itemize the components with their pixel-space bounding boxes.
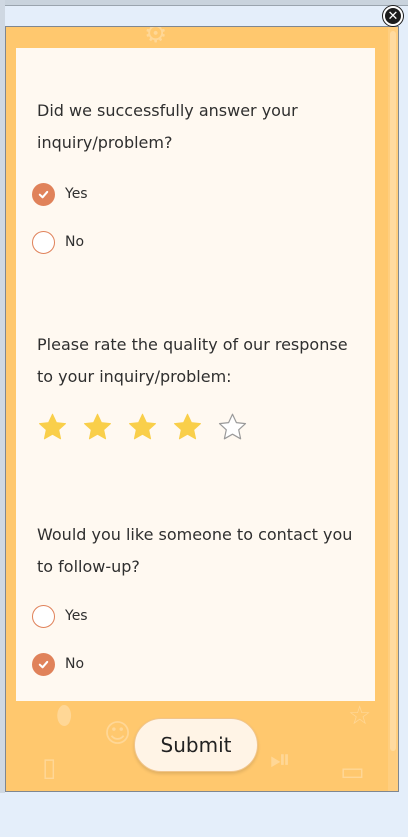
star-filled-icon[interactable] [172, 412, 203, 443]
phone-icon: ▯ [42, 753, 57, 783]
q3-option-no-label: No [65, 656, 85, 672]
question-1-text: Did we successfully answer your inquiry/… [37, 101, 298, 152]
window-top-bar [0, 0, 408, 6]
q1-option-yes[interactable]: Yes [32, 182, 88, 206]
scrollbar-thumb[interactable] [390, 31, 396, 751]
star-filled-icon[interactable] [127, 412, 158, 443]
star-filled-icon[interactable] [82, 412, 113, 443]
q3-radio-no[interactable] [32, 652, 55, 676]
checkmark-icon [38, 190, 49, 198]
gear-icon: ⚙ [144, 26, 168, 49]
q1-option-no-label: No [65, 234, 85, 250]
close-button[interactable]: ✕ [383, 6, 403, 26]
drop-icon: ⬮ [56, 701, 73, 731]
star-outline-icon: ☆ [348, 701, 372, 731]
survey-card: Did we successfully answer your inquiry/… [16, 48, 375, 701]
q3-radio-yes[interactable] [32, 604, 55, 628]
q1-option-yes-label: Yes [65, 186, 88, 202]
ticket-icon: ▭ [340, 757, 365, 787]
q1-option-no[interactable]: No [32, 230, 84, 254]
q3-option-yes-label: Yes [65, 608, 88, 624]
close-icon: ✕ [387, 8, 399, 24]
survey-modal: ⚙ ✦ ⬮ ☺ ☆ ⏯ ▭ ▯ Did we successfully answ… [5, 26, 399, 792]
q1-radio-no[interactable] [32, 230, 55, 254]
q3-option-no[interactable]: No [32, 652, 84, 676]
play-icon: ⏯ [270, 745, 291, 775]
smiley-icon: ☺ [104, 719, 132, 749]
question-2-text: Please rate the quality of our response … [37, 335, 348, 386]
checkmark-icon [38, 660, 49, 668]
star-rating[interactable] [37, 412, 248, 443]
submit-button[interactable]: Submit [134, 718, 258, 772]
q1-radio-yes[interactable] [32, 182, 55, 206]
scrollbar[interactable] [388, 27, 398, 791]
star-filled-icon[interactable] [37, 412, 68, 443]
question-3-text: Would you like someone to contact you to… [37, 525, 353, 576]
star-empty-icon[interactable] [217, 412, 248, 443]
q3-option-yes[interactable]: Yes [32, 604, 88, 628]
